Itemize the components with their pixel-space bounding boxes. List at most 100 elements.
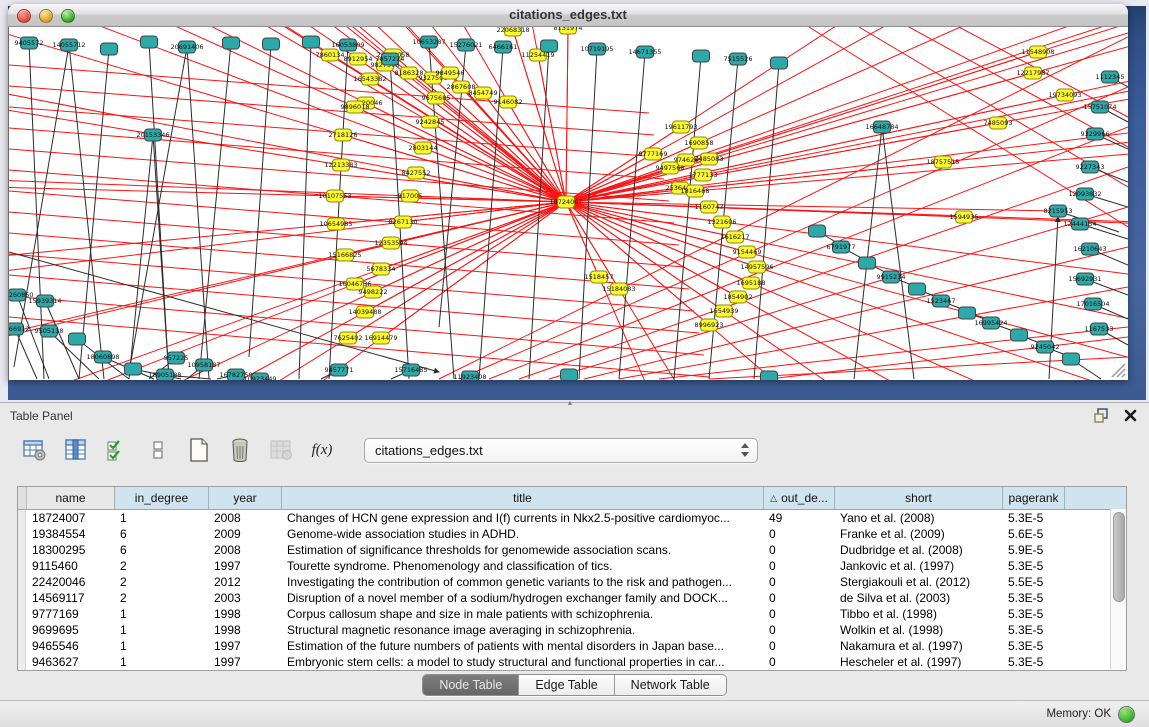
- network-node[interactable]: 8267130: [389, 216, 418, 228]
- table-cell[interactable]: 49: [763, 510, 834, 526]
- network-node[interactable]: 9777169: [639, 148, 668, 160]
- network-node[interactable]: 9405572: [15, 37, 44, 49]
- table-cell[interactable]: 0: [763, 622, 834, 638]
- table-cell[interactable]: 1: [114, 654, 208, 670]
- network-node[interactable]: 9675685: [422, 92, 451, 104]
- network-node[interactable]: 1554939: [710, 305, 739, 317]
- table-cell[interactable]: Disruption of a novel member of a sodium…: [281, 590, 763, 606]
- table-cell[interactable]: 6: [114, 526, 208, 542]
- table-cell[interactable]: 2012: [208, 574, 281, 590]
- table-cell[interactable]: 1997: [208, 558, 281, 574]
- network-node[interactable]: [125, 363, 142, 375]
- column-header-out_de[interactable]: △out_de...: [764, 487, 835, 509]
- table-cell[interactable]: 18724007: [26, 510, 114, 526]
- network-node[interactable]: 18757515: [926, 156, 959, 168]
- network-node[interactable]: [561, 369, 578, 380]
- table-cell[interactable]: 5.3E-5: [1002, 590, 1064, 606]
- network-node[interactable]: 12217987: [1016, 67, 1049, 79]
- network-node[interactable]: 14039488: [348, 306, 381, 318]
- row-options-button[interactable]: [145, 437, 171, 463]
- table-cell[interactable]: Embryonic stem cells: a model to study s…: [281, 654, 763, 670]
- table-cell[interactable]: Nakamura et al. (1997): [834, 638, 1002, 654]
- table-scrollbar[interactable]: [1110, 509, 1126, 669]
- network-node[interactable]: 12444154: [1063, 218, 1096, 230]
- network-node[interactable]: [771, 57, 788, 69]
- network-node[interactable]: [859, 257, 876, 269]
- network-node[interactable]: 8996923: [695, 319, 724, 331]
- table-cell[interactable]: Stergiakouli et al. (2012): [834, 574, 1002, 590]
- scrollbar-thumb[interactable]: [1113, 512, 1125, 602]
- network-node[interactable]: [761, 371, 778, 380]
- table-cell[interactable]: 0: [763, 638, 834, 654]
- table-cell[interactable]: 0: [763, 574, 834, 590]
- table-cell[interactable]: Structural magnetic resonance image aver…: [281, 622, 763, 638]
- table-cell[interactable]: 2008: [208, 510, 281, 526]
- select-columns-button[interactable]: [104, 437, 130, 463]
- tab-edge-table[interactable]: Edge Table: [519, 675, 614, 695]
- close-panel-icon[interactable]: [1124, 409, 1137, 422]
- network-node[interactable]: 16648784: [865, 121, 898, 133]
- table-cell[interactable]: 0: [763, 606, 834, 622]
- table-cell[interactable]: 2009: [208, 526, 281, 542]
- table-cell[interactable]: Genome-wide association studies in ADHD.: [281, 526, 763, 542]
- tab-network-table[interactable]: Network Table: [615, 675, 726, 695]
- network-node[interactable]: 22068318: [496, 27, 529, 36]
- network-node[interactable]: 15716485: [394, 364, 427, 376]
- network-node[interactable]: 1854902: [724, 291, 753, 303]
- table-cell[interactable]: 9699695: [26, 622, 114, 638]
- function-builder-button[interactable]: f(x): [309, 437, 335, 463]
- network-node[interactable]: [1063, 353, 1080, 365]
- table-cell[interactable]: 2: [114, 574, 208, 590]
- network-node[interactable]: 917005: [398, 190, 423, 202]
- table-cell[interactable]: Yano et al. (2008): [834, 510, 1002, 526]
- table-cell[interactable]: 9115460: [26, 558, 114, 574]
- table-cell[interactable]: 5.9E-5: [1002, 542, 1064, 558]
- network-node[interactable]: 8215953: [1044, 205, 1073, 217]
- table-cell[interactable]: 1997: [208, 654, 281, 670]
- table-cell[interactable]: Wolkin et al. (1998): [834, 622, 1002, 638]
- network-node[interactable]: [101, 43, 118, 55]
- network-node[interactable]: 15166825: [328, 249, 361, 261]
- table-settings-button[interactable]: [22, 437, 48, 463]
- network-node[interactable]: 2718126: [329, 129, 358, 141]
- network-node[interactable]: 9505138: [35, 325, 64, 337]
- table-cell[interactable]: 5.3E-5: [1002, 558, 1064, 574]
- network-node[interactable]: [1011, 329, 1028, 341]
- tab-node-table[interactable]: Node Table: [423, 675, 519, 695]
- table-cell[interactable]: 6: [114, 542, 208, 558]
- column-header-name[interactable]: name: [27, 487, 115, 509]
- table-cell[interactable]: 5.3E-5: [1002, 622, 1064, 638]
- table-row[interactable]: 1830029562008Estimation of significance …: [18, 542, 1126, 558]
- network-node[interactable]: 19734093: [1048, 89, 1081, 101]
- network-node[interactable]: 15751074: [1083, 101, 1116, 113]
- table-cell[interactable]: 0: [763, 526, 834, 542]
- network-node[interactable]: 20153346: [136, 129, 169, 141]
- table-cell[interactable]: 5.3E-5: [1002, 510, 1064, 526]
- column-header-year[interactable]: year: [209, 487, 282, 509]
- table-cell[interactable]: 1: [114, 606, 208, 622]
- network-node[interactable]: 15905188: [148, 369, 181, 380]
- network-node[interactable]: 7860134: [316, 49, 345, 61]
- network-node[interactable]: 1321606: [708, 216, 737, 228]
- table-row[interactable]: 911546021997Tourette syndrome. Phenomeno…: [18, 558, 1126, 574]
- table-cell[interactable]: 1: [114, 510, 208, 526]
- table-cell[interactable]: 9463627: [26, 654, 114, 670]
- table-cell[interactable]: 2: [114, 558, 208, 574]
- table-row[interactable]: 946554611997Estimation of the future num…: [18, 638, 1126, 654]
- network-node[interactable]: 12093832: [1068, 188, 1101, 200]
- table-cell[interactable]: Estimation of the future numbers of pati…: [281, 638, 763, 654]
- table-cell[interactable]: 1: [114, 622, 208, 638]
- network-node[interactable]: [69, 333, 86, 345]
- memory-indicator-icon[interactable]: [1118, 706, 1135, 723]
- network-node[interactable]: 1816468: [681, 185, 710, 197]
- network-node[interactable]: 17016504: [1076, 298, 1109, 310]
- table-cell[interactable]: 18300295: [26, 542, 114, 558]
- network-node[interactable]: 8131974: [554, 27, 583, 34]
- network-node[interactable]: 11923408: [453, 371, 486, 380]
- network-node[interactable]: 1112345: [1096, 71, 1125, 83]
- table-cell[interactable]: 1: [114, 638, 208, 654]
- network-node[interactable]: 15939314: [28, 295, 61, 307]
- network-table-selector[interactable]: citations_edges.txt: [364, 438, 758, 463]
- table-cell[interactable]: Hescheler et al. (1997): [834, 654, 1002, 670]
- network-node[interactable]: 957225: [164, 352, 189, 364]
